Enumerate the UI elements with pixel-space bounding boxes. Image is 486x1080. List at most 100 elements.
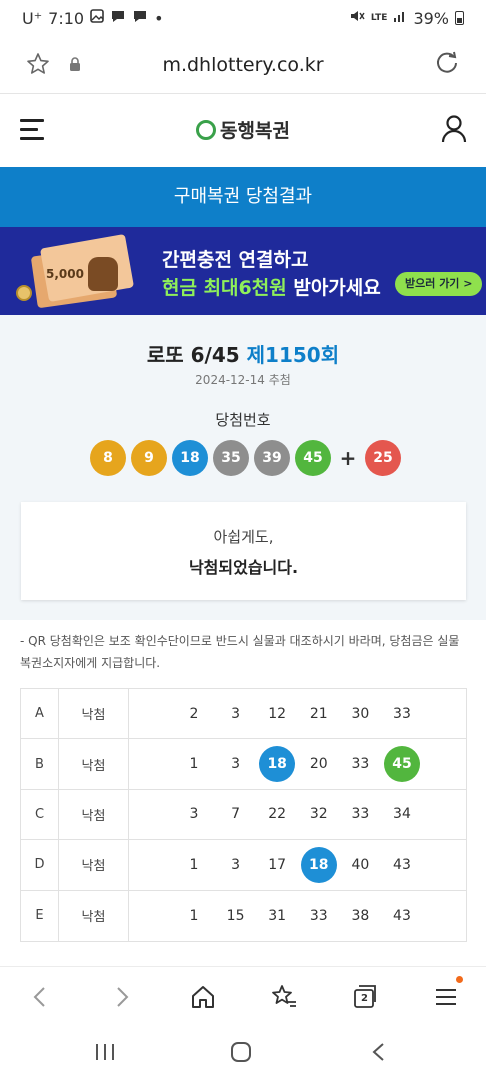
ticket-number: 21	[309, 705, 328, 722]
game-label: D	[21, 840, 59, 890]
ticket-number: 3	[231, 756, 241, 773]
user-icon[interactable]	[440, 114, 468, 144]
round-title: 로또 6/45 제1150회	[0, 339, 486, 368]
table-row: E 낙첨 1 15 31 33 38 43	[21, 890, 466, 941]
ticket-number: 1	[189, 856, 199, 873]
reload-icon[interactable]	[434, 50, 460, 76]
browser-url-bar: m.dhlottery.co.kr	[0, 36, 486, 94]
network-label: LTE	[370, 13, 388, 23]
gallery-icon	[90, 9, 104, 27]
ticket-numbers: 1 15 31 33 38 43	[129, 891, 466, 941]
logo-text: 동행복권	[220, 120, 290, 142]
game-result: 낙첨	[59, 890, 129, 941]
recent-apps-icon[interactable]	[94, 1042, 116, 1066]
ticket-number: 34	[393, 806, 411, 823]
ticket-number: 43	[393, 856, 411, 873]
ticket-number: 2	[189, 705, 199, 722]
forward-icon[interactable]	[108, 983, 136, 1011]
bonus-plus-sign: +	[339, 446, 357, 470]
battery-percent: 39%	[413, 8, 449, 28]
results-section: 로또 6/45 제1150회 2024-12-14 추첨 당첨번호 8 9 18 35…	[0, 315, 486, 620]
back-icon[interactable]	[26, 983, 54, 1011]
winning-number-ball: 39	[254, 440, 290, 476]
result-message-line2: 낙첨되었습니다.	[188, 558, 299, 577]
banner-cta-button[interactable]: 받으러 가기 >	[395, 272, 483, 296]
ticket-number: 20	[309, 756, 328, 773]
round-number: 제1150회	[246, 343, 340, 367]
winning-number-ball: 9	[131, 440, 167, 476]
game-result: 낙첨	[59, 840, 129, 890]
banknote-text: 5,000	[46, 267, 84, 281]
game-result: 낙첨	[59, 689, 129, 739]
character-illustration	[88, 257, 118, 291]
matched-number-ball: 45	[383, 746, 420, 783]
ticket-table: A 낙첨 2 3 12 21 30 33 B 낙첨 1 3 18 20 33 45 C 낙첨 3 7 22 32 33 34 D…	[20, 688, 467, 942]
game-label: B	[21, 739, 59, 789]
ticket-numbers: 1 3 18 20 33 45	[129, 739, 466, 788]
ticket-number: 33	[393, 705, 411, 722]
home-icon[interactable]	[189, 983, 217, 1011]
ticket-number: 17	[268, 856, 287, 873]
battery-icon	[455, 11, 464, 25]
system-navigation-bar	[0, 1024, 486, 1080]
clock: 7:10	[48, 8, 85, 28]
qr-notice: - QR 당첨확인은 보조 확인수단이므로 반드시 실물과 대조하시기 바라며,…	[20, 634, 460, 670]
winning-number-ball: 8	[90, 440, 126, 476]
ticket-number: 3	[189, 806, 199, 823]
ticket-number: 22	[268, 806, 287, 823]
ticket-number: 7	[231, 806, 241, 823]
url-text[interactable]: m.dhlottery.co.kr	[0, 54, 486, 76]
chat-icon	[132, 9, 148, 27]
ticket-number: 15	[226, 907, 245, 924]
notification-dot	[456, 976, 463, 983]
ticket-number: 40	[351, 856, 370, 873]
ticket-number: 31	[268, 907, 287, 924]
bonus-number-ball: 25	[365, 440, 401, 476]
game-label: E	[21, 890, 59, 941]
banner-line2: 현금 최대6천원 받아가세요	[162, 273, 381, 300]
banner-line1: 간편충전 연결하고	[162, 249, 309, 271]
result-message-line1: 아쉽게도,	[213, 528, 274, 546]
game-result: 낙첨	[59, 739, 129, 789]
home-button-icon[interactable]	[230, 1042, 252, 1066]
winning-number-ball: 18	[172, 440, 208, 476]
coin-icon	[16, 285, 32, 301]
promo-banner[interactable]: 5,000 간편충전 연결하고 현금 최대6천원 받아가세요 받으러 가기 >	[0, 227, 486, 315]
bookmarks-icon[interactable]	[270, 983, 298, 1011]
ticket-number: 43	[393, 907, 411, 924]
signal-icon	[393, 9, 407, 27]
winning-number-ball: 35	[213, 440, 249, 476]
browser-toolbar: 2	[0, 966, 486, 1024]
ticket-number: 33	[351, 806, 370, 823]
ticket-numbers: 2 3 12 21 30 33	[129, 689, 466, 738]
ticket-number: 33	[309, 907, 328, 924]
mute-icon	[349, 9, 365, 27]
table-row: B 낙첨 1 3 18 20 33 45	[21, 739, 466, 790]
menu-icon[interactable]	[432, 983, 460, 1011]
game-label: C	[21, 789, 59, 840]
matched-number-ball: 18	[300, 846, 337, 883]
matched-number-ball: 18	[259, 746, 296, 783]
back-icon[interactable]	[368, 1042, 390, 1066]
status-bar: U⁺ 7:10 • LTE 39%	[0, 0, 486, 36]
ticket-numbers: 1 3 17 18 40 43	[129, 840, 466, 889]
ticket-number: 3	[231, 705, 241, 722]
winning-number-ball: 45	[295, 440, 331, 476]
carrier-label: U⁺	[22, 8, 43, 28]
ticket-number: 30	[351, 705, 370, 722]
ticket-number: 1	[189, 756, 199, 773]
ticket-number: 3	[231, 856, 241, 873]
draw-date: 2024-12-14 추첨	[195, 373, 291, 387]
tabs-icon[interactable]: 2	[351, 983, 379, 1011]
ticket-numbers: 3 7 22 32 33 34	[129, 790, 466, 839]
ticket-number: 32	[309, 806, 328, 823]
page-title: 구매복권 당첨결과	[0, 167, 486, 227]
tab-count: 2	[361, 993, 368, 1004]
ticket-number: 33	[351, 756, 370, 773]
game-label: A	[21, 689, 59, 739]
ticket-number: 12	[268, 705, 287, 722]
table-row: D 낙첨 1 3 17 18 40 43	[21, 840, 466, 891]
site-logo[interactable]: 동행복권	[0, 116, 486, 143]
winning-numbers-label: 당첨번호	[215, 411, 271, 429]
site-header: 동행복권	[0, 94, 486, 167]
